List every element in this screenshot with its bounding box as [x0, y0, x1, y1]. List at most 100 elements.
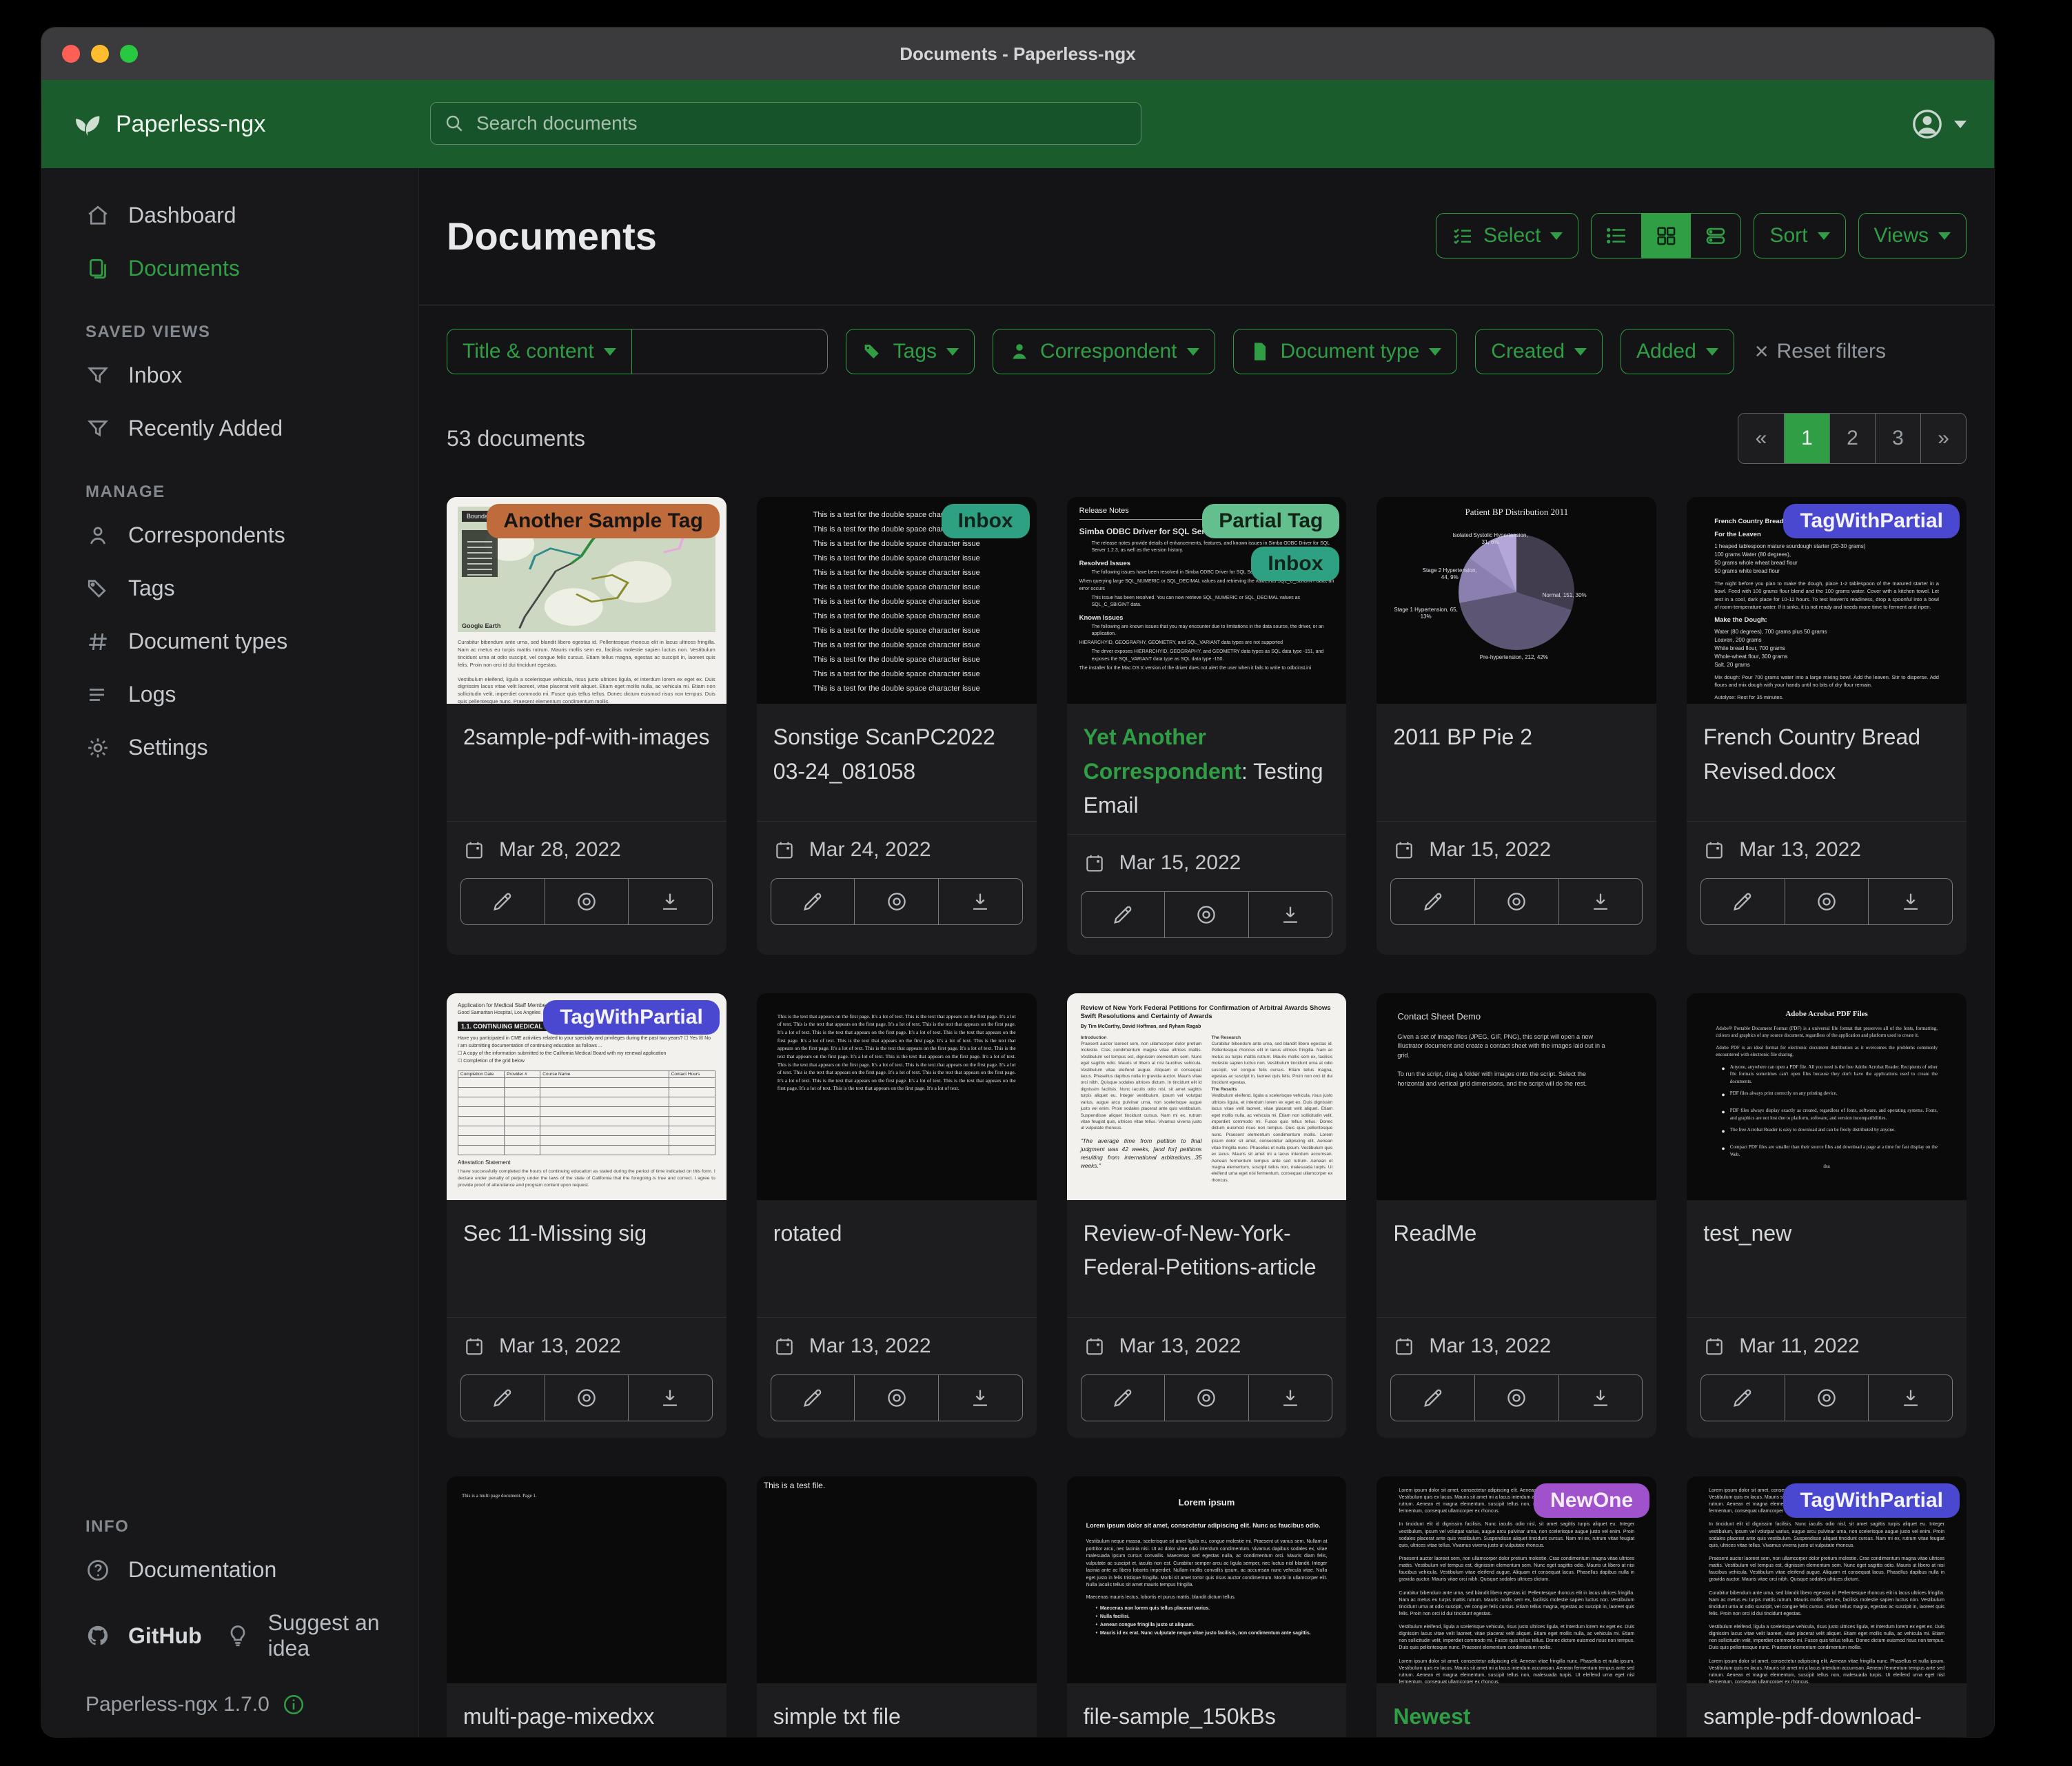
- tag-badge[interactable]: NewOne: [1534, 1483, 1649, 1518]
- download-button[interactable]: [1868, 1375, 1952, 1421]
- download-button[interactable]: [938, 1375, 1022, 1421]
- card-thumbnail-area[interactable]: Patient BP Distribution 2011Normal, 151,…: [1377, 497, 1656, 704]
- document-card[interactable]: Lorem ipsum dolor sit amet, consectetur …: [1687, 1476, 1967, 1737]
- card-thumbnail-area[interactable]: Boundary Waters TripGoogle EarthCurabitu…: [447, 497, 727, 704]
- download-button[interactable]: [1868, 879, 1952, 924]
- preview-button[interactable]: [1474, 1375, 1558, 1421]
- document-card[interactable]: Boundary Waters TripGoogle EarthCurabitu…: [447, 497, 727, 955]
- zoom-window-button[interactable]: [120, 45, 138, 63]
- card-thumbnail-area[interactable]: Lorem ipsum dolor sit amet, consectetur …: [1377, 1476, 1656, 1683]
- document-card[interactable]: Lorem ipsumLorem ipsum dolor sit amet, c…: [1067, 1476, 1347, 1737]
- sidebar-item-dashboard[interactable]: Dashboard: [41, 189, 418, 242]
- card-thumbnail-area[interactable]: This is the text that appears on the fir…: [757, 993, 1037, 1200]
- card-correspondent[interactable]: Yet Another Correspondent: [1084, 724, 1241, 784]
- reset-filters-button[interactable]: × Reset filters: [1755, 340, 1886, 363]
- search-input[interactable]: [475, 112, 1128, 135]
- document-card[interactable]: Adobe Acrobat PDF FilesAdobe® Portable D…: [1687, 993, 1967, 1438]
- download-button[interactable]: [1248, 1375, 1332, 1421]
- card-title[interactable]: Sec 11-Missing sig: [447, 1200, 727, 1317]
- sidebar-item-logs[interactable]: Logs: [41, 668, 418, 721]
- card-title[interactable]: simple txt file: [757, 1683, 1037, 1737]
- card-title[interactable]: file-sample_150kBs: [1067, 1683, 1347, 1737]
- document-type-filter-button[interactable]: Document type: [1233, 329, 1458, 374]
- card-thumbnail-area[interactable]: Lorem ipsumLorem ipsum dolor sit amet, c…: [1067, 1476, 1347, 1683]
- tag-badge[interactable]: Partial Tag: [1202, 504, 1339, 538]
- added-filter-button[interactable]: Added: [1621, 329, 1734, 374]
- document-card[interactable]: Patient BP Distribution 2011Normal, 151,…: [1377, 497, 1656, 955]
- tag-badge[interactable]: Inbox: [942, 504, 1030, 538]
- document-card[interactable]: Lorem ipsum dolor sit amet, consectetur …: [1377, 1476, 1656, 1737]
- card-thumbnail-area[interactable]: This is a multi page document. Page 1.: [447, 1476, 727, 1683]
- select-button[interactable]: Select: [1436, 213, 1578, 258]
- preview-button[interactable]: [545, 879, 629, 924]
- title-content-filter-input[interactable]: [632, 329, 828, 374]
- card-thumbnail-area[interactable]: Lorem ipsum dolor sit amet, consectetur …: [1687, 1476, 1967, 1683]
- tag-badge[interactable]: Another Sample Tag: [487, 504, 719, 538]
- edit-button[interactable]: [771, 1375, 855, 1421]
- preview-button[interactable]: [1164, 892, 1248, 937]
- user-menu[interactable]: [1910, 107, 1994, 141]
- sidebar-item-document-types[interactable]: Document types: [41, 615, 418, 668]
- pagination-page-2[interactable]: 2: [1829, 414, 1875, 463]
- card-thumbnail-area[interactable]: Application for Medical Staff Membership…: [447, 993, 727, 1200]
- views-button[interactable]: Views: [1858, 213, 1967, 258]
- card-title[interactable]: Newest Correspondent: f_combineds: [1377, 1683, 1656, 1737]
- edit-button[interactable]: [1081, 1375, 1165, 1421]
- tags-filter-button[interactable]: Tags: [846, 329, 975, 374]
- document-card[interactable]: Release NotesSimba ODBC Driver for SQL S…: [1067, 497, 1347, 955]
- download-button[interactable]: [1248, 892, 1332, 937]
- search-box[interactable]: [430, 102, 1141, 145]
- preview-button[interactable]: [1785, 879, 1869, 924]
- document-card[interactable]: Application for Medical Staff Membership…: [447, 993, 727, 1438]
- card-title[interactable]: Yet Another Correspondent: Testing Email: [1067, 704, 1347, 834]
- document-card[interactable]: This is a test file.simple txt file: [757, 1476, 1037, 1737]
- app-brand[interactable]: Paperless-ngx: [41, 108, 265, 140]
- edit-button[interactable]: [771, 879, 855, 924]
- card-title[interactable]: 2011 BP Pie 2: [1377, 704, 1656, 821]
- document-card[interactable]: Review of New York Federal Petitions for…: [1067, 993, 1347, 1438]
- title-content-filter-button[interactable]: Title & content: [447, 329, 632, 374]
- preview-button[interactable]: [1785, 1375, 1869, 1421]
- pagination-prev[interactable]: «: [1738, 414, 1784, 463]
- card-thumbnail-area[interactable]: This is a test file.: [757, 1476, 1037, 1683]
- download-button[interactable]: [628, 879, 712, 924]
- tag-badge[interactable]: TagWithPartial: [1783, 504, 1960, 538]
- document-card[interactable]: This is a multi page document. Page 1.mu…: [447, 1476, 727, 1737]
- card-title[interactable]: multi-page-mixedxx: [447, 1683, 727, 1737]
- sidebar-item-documents[interactable]: Documents: [41, 242, 418, 295]
- created-filter-button[interactable]: Created: [1475, 329, 1603, 374]
- card-title[interactable]: sample-pdf-download-10-mb-longer-title: [1687, 1683, 1967, 1737]
- preview-button[interactable]: [1164, 1375, 1248, 1421]
- close-window-button[interactable]: [62, 45, 80, 63]
- edit-button[interactable]: [461, 1375, 545, 1421]
- edit-button[interactable]: [461, 879, 545, 924]
- tag-badge[interactable]: TagWithPartial: [543, 1000, 720, 1035]
- edit-button[interactable]: [1701, 1375, 1785, 1421]
- minimize-window-button[interactable]: [91, 45, 109, 63]
- card-thumbnail-area[interactable]: Review of New York Federal Petitions for…: [1067, 993, 1347, 1200]
- card-thumbnail-area[interactable]: Release NotesSimba ODBC Driver for SQL S…: [1067, 497, 1347, 704]
- document-card[interactable]: Contact Sheet DemoGiven a set of image f…: [1377, 993, 1656, 1438]
- download-button[interactable]: [1558, 1375, 1643, 1421]
- card-title[interactable]: 2sample-pdf-with-images: [447, 704, 727, 821]
- edit-button[interactable]: [1081, 892, 1165, 937]
- view-detail-button[interactable]: [1691, 214, 1740, 258]
- preview-button[interactable]: [854, 1375, 938, 1421]
- pagination-page-3[interactable]: 3: [1875, 414, 1920, 463]
- preview-button[interactable]: [854, 879, 938, 924]
- sidebar-item-github[interactable]: GitHub: [41, 1610, 202, 1663]
- edit-button[interactable]: [1391, 1375, 1474, 1421]
- sidebar-item-settings[interactable]: Settings: [41, 721, 418, 774]
- sidebar-item-documentation[interactable]: Documentation: [41, 1543, 418, 1596]
- download-button[interactable]: [628, 1375, 712, 1421]
- pagination-page-1[interactable]: 1: [1784, 414, 1829, 463]
- sidebar-item-inbox[interactable]: Inbox: [41, 349, 418, 402]
- document-card[interactable]: This is a test for the double space char…: [757, 497, 1037, 955]
- edit-button[interactable]: [1391, 879, 1474, 924]
- preview-button[interactable]: [545, 1375, 629, 1421]
- sidebar-item-recently-added[interactable]: Recently Added: [41, 402, 418, 455]
- card-title[interactable]: rotated: [757, 1200, 1037, 1317]
- pagination-next[interactable]: »: [1920, 414, 1966, 463]
- sidebar-item-correspondents[interactable]: Correspondents: [41, 509, 418, 562]
- card-title[interactable]: Sonstige ScanPC2022 03-24_081058: [757, 704, 1037, 821]
